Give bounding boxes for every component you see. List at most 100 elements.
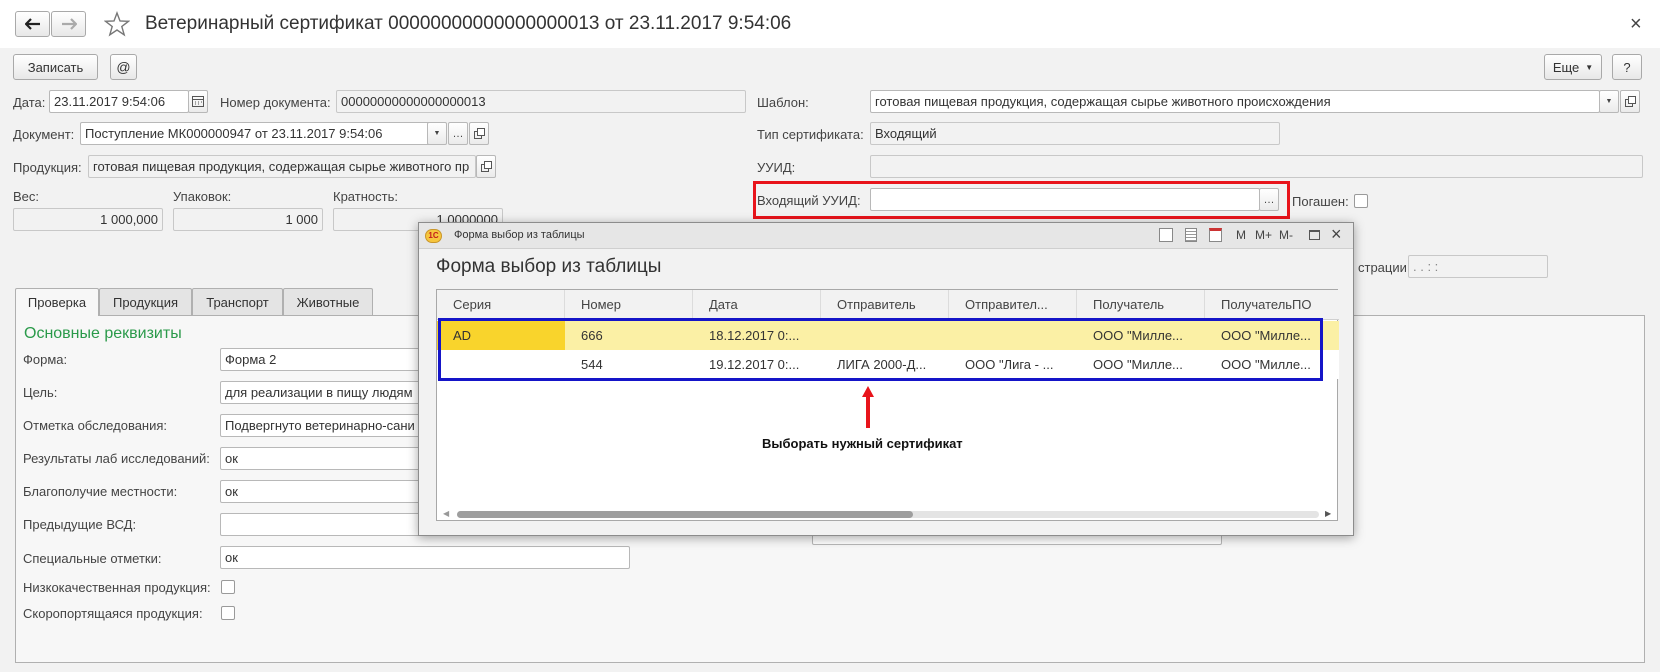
- docnum-field: 00000000000000000013: [336, 90, 746, 113]
- open-link-icon: [473, 128, 485, 139]
- dialog-title-bar: 1С Форма выбор из таблицы M M+ M- ×: [419, 223, 1353, 249]
- window-title: Ветеринарный сертификат 0000000000000000…: [145, 13, 792, 34]
- app-logo-text: 1С: [428, 231, 439, 240]
- chevron-down-icon: ▼: [1605, 98, 1613, 105]
- dialog-heading: Форма выбор из таблицы: [436, 256, 662, 277]
- back-button[interactable]: [15, 11, 50, 37]
- low-quality-checkbox[interactable]: [221, 580, 235, 594]
- document-select-button[interactable]: …: [448, 122, 468, 145]
- column-header-recipient[interactable]: Получатель: [1077, 290, 1205, 320]
- template-dropdown-button[interactable]: ▼: [1599, 90, 1619, 113]
- inspection-mark-field[interactable]: Подвергнуто ветеринарно-сани: [220, 414, 420, 437]
- low-quality-label: Низкокачественная продукция:: [23, 580, 211, 595]
- weight-label: Вес:: [13, 189, 40, 204]
- chevron-down-icon: ▼: [433, 130, 441, 137]
- column-header-series[interactable]: Серия: [437, 290, 565, 320]
- purpose-field[interactable]: для реализации в пищу людям: [220, 381, 420, 404]
- date-field[interactable]: 23.11.2017 9:54:06: [49, 90, 189, 113]
- column-header-number[interactable]: Номер: [565, 290, 693, 320]
- rows-highlight: [438, 318, 1323, 381]
- help-button[interactable]: ?: [1612, 54, 1642, 80]
- inspection-mark-label: Отметка обследования:: [23, 418, 168, 433]
- document-label: Документ:: [13, 127, 75, 142]
- cert-type-label: Тип сертификата:: [757, 127, 864, 142]
- column-header-sender[interactable]: Отправитель: [821, 290, 949, 320]
- selection-table[interactable]: Серия Номер Дата Отправитель Отправител.…: [436, 289, 1339, 521]
- scroll-left-arrow[interactable]: ◀: [443, 509, 449, 518]
- select-table-dialog: 1С Форма выбор из таблицы M M+ M- × Форм…: [418, 222, 1354, 536]
- template-open-button[interactable]: [1620, 90, 1640, 113]
- tab-animals[interactable]: Животные: [283, 288, 373, 315]
- calendar-button[interactable]: [188, 90, 208, 113]
- maximize-icon[interactable]: [1309, 230, 1320, 240]
- repaid-checkbox[interactable]: [1354, 194, 1368, 208]
- arrow-right-icon: [61, 18, 77, 30]
- section-title: Основные реквизиты: [24, 325, 182, 342]
- registration-field: . . : :: [1408, 255, 1548, 278]
- form-label: Форма:: [23, 352, 68, 367]
- arrow-left-icon: [24, 18, 40, 30]
- document-field[interactable]: Поступление МК000000947 от 23.11.2017 9:…: [80, 122, 430, 145]
- template-field[interactable]: готовая пищевая продукция, содержащая сы…: [870, 90, 1600, 113]
- special-marks-field[interactable]: ок: [220, 546, 630, 569]
- template-label: Шаблон:: [757, 95, 809, 110]
- calendar-icon: [192, 96, 204, 107]
- memory-minus-button[interactable]: M-: [1279, 228, 1293, 242]
- packs-field: 1 000: [173, 208, 323, 231]
- more-button[interactable]: Еще ▼: [1544, 54, 1602, 80]
- prev-vsd-label: Предыдущие ВСД:: [23, 517, 137, 532]
- incoming-uuid-field[interactable]: [870, 188, 1260, 211]
- scrollbar-thumb[interactable]: [457, 511, 913, 518]
- column-header-recipient-po[interactable]: ПолучательПО: [1205, 290, 1339, 320]
- calculator-icon[interactable]: [1185, 228, 1197, 242]
- email-button[interactable]: @: [110, 54, 137, 80]
- lab-results-field[interactable]: ок: [220, 447, 420, 470]
- multiplicity-label: Кратность:: [333, 189, 398, 204]
- repaid-label: Погашен:: [1292, 194, 1349, 209]
- registration-label: страции:: [1358, 260, 1411, 275]
- special-marks-label: Специальные отметки:: [23, 551, 162, 566]
- column-header-sender-po[interactable]: Отправител...: [949, 290, 1077, 320]
- cert-type-field: Входящий: [870, 122, 1280, 145]
- close-icon[interactable]: ×: [1331, 224, 1342, 245]
- docnum-label: Номер документа:: [220, 95, 331, 110]
- product-open-button[interactable]: [476, 155, 496, 178]
- more-label: Еще: [1552, 59, 1580, 75]
- document-dropdown-button[interactable]: ▼: [427, 122, 447, 145]
- form-field[interactable]: Форма 2: [220, 348, 420, 371]
- calendar-icon[interactable]: [1209, 228, 1222, 242]
- incoming-uuid-label: Входящий УУИД:: [757, 193, 861, 208]
- chevron-down-icon: ▼: [1585, 62, 1594, 72]
- open-link-icon: [1624, 96, 1636, 107]
- tab-products[interactable]: Продукция: [99, 288, 192, 315]
- tab-transport[interactable]: Транспорт: [192, 288, 283, 315]
- prev-vsd-field[interactable]: [220, 513, 420, 536]
- favorite-icon[interactable]: [1159, 228, 1173, 242]
- save-button[interactable]: Записать: [13, 54, 98, 80]
- document-open-button[interactable]: [469, 122, 489, 145]
- column-header-date[interactable]: Дата: [693, 290, 821, 320]
- perishable-checkbox[interactable]: [221, 606, 235, 620]
- weight-field: 1 000,000: [13, 208, 163, 231]
- scroll-right-arrow[interactable]: ▶: [1325, 509, 1331, 518]
- purpose-label: Цель:: [23, 385, 58, 400]
- app-logo-icon: 1С: [425, 229, 442, 243]
- tab-check[interactable]: Проверка: [15, 288, 99, 316]
- close-icon[interactable]: ×: [1630, 13, 1642, 36]
- open-link-icon: [480, 161, 492, 172]
- locality-label: Благополучие местности:: [23, 484, 178, 499]
- product-field: готовая пищевая продукция, содержащая сы…: [88, 155, 476, 178]
- favorite-star-icon[interactable]: [103, 11, 131, 37]
- annotation-arrow: [861, 386, 875, 428]
- lab-results-label: Результаты лаб исследований:: [23, 451, 210, 466]
- date-label: Дата:: [13, 95, 46, 110]
- title-bar: Ветеринарный сертификат 0000000000000000…: [0, 0, 1660, 48]
- uuid-label: УУИД:: [757, 160, 796, 175]
- incoming-uuid-select-button[interactable]: …: [1259, 188, 1279, 211]
- dialog-window-title: Форма выбор из таблицы: [454, 229, 585, 241]
- memory-plus-button[interactable]: M+: [1255, 228, 1272, 242]
- memory-button[interactable]: M: [1236, 228, 1246, 242]
- locality-field[interactable]: ок: [220, 480, 420, 503]
- perishable-label: Скоропортящаяся продукция:: [23, 606, 203, 621]
- forward-button[interactable]: [51, 11, 86, 37]
